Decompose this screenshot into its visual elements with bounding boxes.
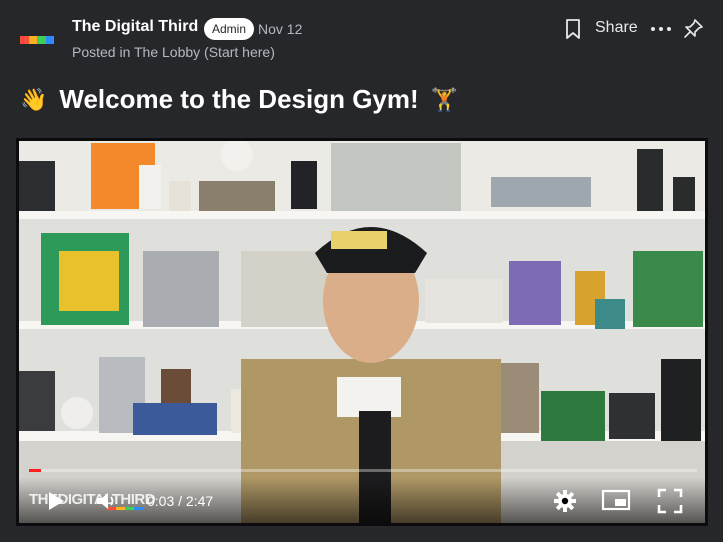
logo-stripe [125,507,134,510]
weightlifter-emoji: 🏋 [430,86,459,112]
progress-played [29,469,42,472]
progress-bar[interactable] [29,469,697,472]
waving-hand-emoji: 👋 [20,86,48,112]
pin-icon[interactable] [682,18,704,40]
picture-in-picture-icon[interactable] [601,489,631,511]
share-button[interactable]: Share [595,19,638,37]
volume-icon[interactable] [95,491,119,511]
avatar-stripe [37,36,46,44]
avatar-stripe [45,36,54,44]
fullscreen-icon[interactable] [657,488,683,514]
play-icon[interactable] [47,491,65,511]
settings-icon[interactable] [553,489,577,513]
post-header: The Digital Third Admin Nov 12 Posted in… [0,0,723,70]
logo-stripe [134,507,143,510]
author-name[interactable]: The Digital Third [72,18,198,36]
post-title-text: Welcome to the Design Gym! [59,84,419,114]
avatar[interactable] [20,36,54,44]
more-options-icon[interactable] [649,20,673,38]
posted-in-label[interactable]: Posted in The Lobby (Start here) [72,44,275,60]
bookmark-icon[interactable] [563,18,583,40]
time-display: 0:03 / 2:47 [147,493,214,509]
avatar-stripe [20,36,29,44]
post-title: 👋 Welcome to the Design Gym! 🏋 [20,84,458,115]
avatar-stripe [28,36,37,44]
video-frame[interactable] [19,141,705,523]
video-player[interactable]: THEDIGITALTHIRD 0:03 / 2:47 [16,138,708,526]
video-controls: THEDIGITALTHIRD 0:03 / 2:47 [19,477,705,523]
admin-badge: Admin [204,18,255,40]
post-date[interactable]: Nov 12 [258,21,302,37]
